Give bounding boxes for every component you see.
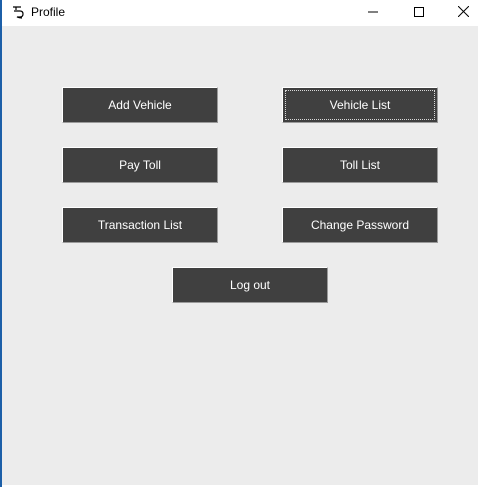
log-out-button[interactable]: Log out (172, 267, 328, 303)
minimize-icon (368, 4, 378, 22)
add-vehicle-button[interactable]: Add Vehicle (62, 87, 218, 123)
window-title: Profile (31, 5, 66, 19)
maximize-button[interactable] (396, 0, 442, 26)
pay-toll-button[interactable]: Pay Toll (62, 147, 218, 183)
change-password-button[interactable]: Change Password (282, 207, 438, 243)
vehicle-list-button[interactable]: Vehicle List (282, 87, 438, 123)
profile-window: Profile Add Vehicle Vehicle List Pay Tol… (0, 0, 480, 487)
close-icon (457, 4, 469, 22)
transaction-list-button[interactable]: Transaction List (62, 207, 218, 243)
feather-icon (11, 5, 27, 21)
minimize-button[interactable] (350, 0, 396, 26)
maximize-icon (414, 4, 424, 22)
toll-list-button[interactable]: Toll List (282, 147, 438, 183)
title-bar[interactable]: Profile (2, 0, 480, 26)
close-button[interactable] (440, 0, 480, 26)
